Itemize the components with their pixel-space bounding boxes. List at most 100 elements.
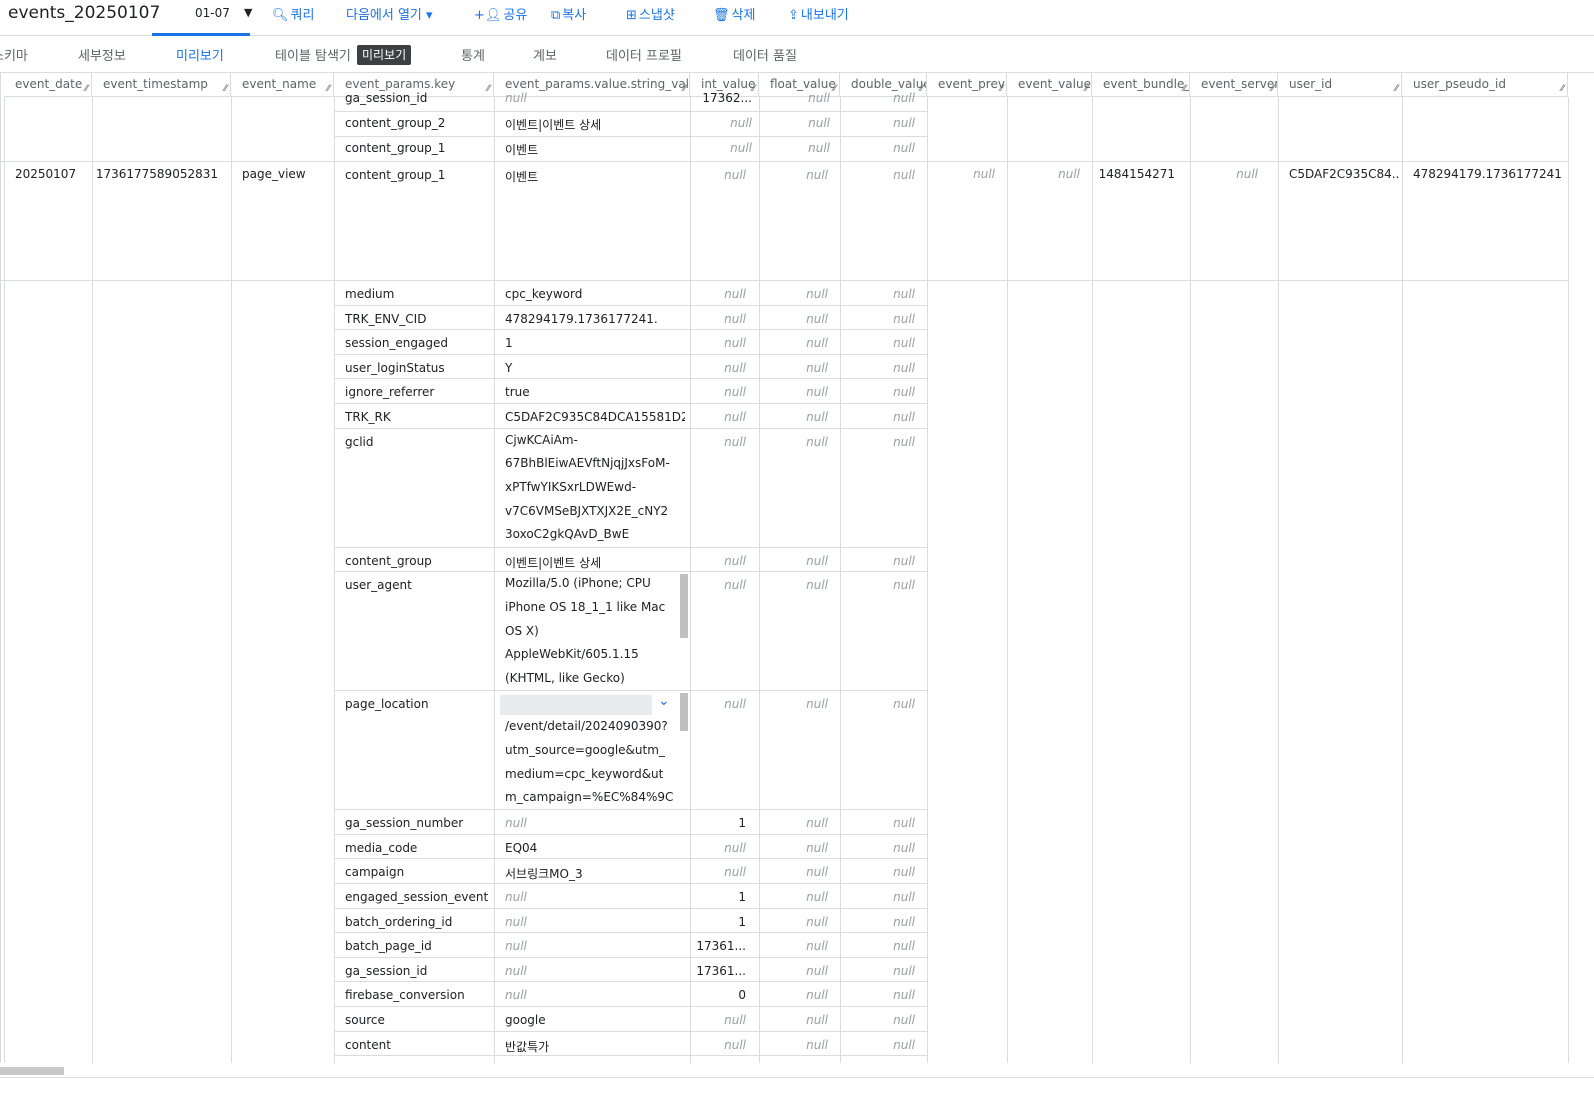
- param-string-value: 이벤트: [505, 143, 539, 157]
- event-value-cell: null: [1058, 167, 1080, 181]
- wrapped-line: utm_source=google&utm_: [505, 742, 665, 757]
- param-float-value: null: [806, 553, 828, 568]
- param-row-divider: [334, 546, 927, 548]
- cell-scrollbar[interactable]: [680, 693, 688, 732]
- param-double-value: null: [893, 91, 915, 105]
- column-divider: [334, 97, 335, 1063]
- param-key: gclid: [345, 434, 374, 449]
- param-double-value: null: [893, 141, 915, 155]
- param-string-value: 반값특가: [505, 1039, 550, 1054]
- param-row-divider: [334, 833, 927, 835]
- open-in-button[interactable]: 다음에서 열기 ▾: [346, 4, 435, 23]
- param-float-value: null: [806, 939, 828, 954]
- column-divider: [92, 97, 93, 1063]
- tab-details[interactable]: 세부정보: [78, 45, 126, 64]
- column-divider: [1568, 97, 1569, 1063]
- resize-handle-icon[interactable]: ⁄⁄: [1395, 84, 1398, 94]
- caret-down-icon[interactable]: ▼: [244, 6, 252, 19]
- resize-handle-icon[interactable]: ⁄⁄: [1085, 84, 1088, 94]
- param-float-value: null: [806, 578, 828, 593]
- param-float-value: null: [806, 963, 828, 978]
- param-key: media_code: [345, 840, 418, 855]
- param-float-value: null: [808, 116, 830, 130]
- chevron-down-icon[interactable]: ⌄: [658, 693, 670, 709]
- user-pseudo-id-cell: 478294179.1736177241: [1413, 167, 1562, 181]
- column-header[interactable]: event_timestamp ⁄⁄: [92, 73, 231, 97]
- param-key: TRK_RK: [345, 410, 391, 424]
- tab-preview[interactable]: 미리보기: [176, 45, 224, 64]
- param-double-value: null: [893, 1037, 915, 1052]
- param-key: TRK_ENV_CID: [345, 311, 427, 326]
- wrapped-line: v7C6VMSeBJXTXJX2E_cNY2: [505, 503, 669, 518]
- param-key: content: [345, 1037, 391, 1052]
- param-float-value: null: [806, 697, 828, 712]
- resize-handle-icon[interactable]: ⁄⁄: [224, 84, 227, 94]
- cell-scrollbar[interactable]: [680, 574, 688, 639]
- delete-button[interactable]: 🗑︎ 삭제: [713, 4, 755, 23]
- column-header[interactable]: event_value_i⁄⁄: [1007, 73, 1092, 97]
- trash-icon: 🗑︎: [713, 8, 730, 23]
- param-string-value: null: [505, 988, 527, 1003]
- tab-lineage[interactable]: 계보: [533, 45, 557, 64]
- tab-stats[interactable]: 통계: [461, 45, 485, 64]
- horizontal-scrollbar[interactable]: [0, 1067, 64, 1075]
- resize-handle-icon[interactable]: ⁄⁄: [1561, 84, 1564, 94]
- param-int-value: null: [724, 360, 746, 375]
- resize-handle-icon[interactable]: ⁄⁄: [1183, 84, 1186, 94]
- param-int-value: 17361...: [696, 939, 746, 954]
- param-key: source: [345, 1013, 385, 1027]
- param-float-value: null: [806, 840, 828, 855]
- param-float-value: null: [806, 410, 828, 424]
- tab-table-explorer[interactable]: 테이블 탐색기: [275, 45, 351, 64]
- param-row-divider: [334, 981, 927, 983]
- param-key: ga_session_id: [345, 91, 428, 105]
- param-string-value: Mozilla/5.0 (iPhone; CPU iPhone OS 18_1_1…: [505, 572, 675, 691]
- copy-button[interactable]: ⧉ 복사: [551, 4, 586, 23]
- snapshot-button[interactable]: ⊞ 스냅샷: [626, 4, 675, 23]
- column-header[interactable]: event_server_t⁄⁄: [1190, 73, 1278, 97]
- column-header-label: event_params.key: [345, 77, 456, 91]
- param-float-value: null: [806, 287, 828, 301]
- param-string-value: 이벤트|이벤트 상세: [505, 118, 602, 132]
- param-double-value: null: [893, 816, 915, 831]
- redacted-host: [500, 695, 652, 716]
- export-button[interactable]: ⇪ 내보내기: [788, 4, 849, 23]
- column-header[interactable]: event_name ⁄⁄: [231, 73, 334, 97]
- column-header[interactable]: event_bundle_se⁄⁄: [1092, 73, 1190, 97]
- tab-data-quality[interactable]: 데이터 품질: [733, 45, 797, 64]
- param-float-value: null: [806, 890, 828, 904]
- tab-schema[interactable]: 스키마: [0, 45, 28, 64]
- date-selector[interactable]: 01-07: [195, 6, 230, 20]
- param-double-value: null: [893, 116, 915, 130]
- param-int-value: null: [730, 116, 752, 130]
- tab-bar: 스키마 세부정보 미리보기 테이블 탐색기 통계 계보 데이터 프로필 데이터 …: [0, 37, 1594, 73]
- resize-handle-icon[interactable]: ⁄⁄: [327, 84, 330, 94]
- resize-handle-icon[interactable]: ⁄⁄: [1000, 84, 1003, 94]
- param-row-divider: [334, 1055, 927, 1057]
- param-float-value: null: [806, 1013, 828, 1027]
- tab-data-profile[interactable]: 데이터 프로필: [606, 45, 682, 64]
- param-string-value: 이벤트: [505, 170, 539, 184]
- param-double-value: null: [893, 434, 915, 449]
- resize-handle-icon[interactable]: ⁄⁄: [920, 84, 923, 94]
- param-string-value: /event/detail/2024090390? utm_source=goog…: [505, 715, 675, 810]
- param-double-value: null: [893, 963, 915, 978]
- resize-handle-icon[interactable]: ⁄⁄: [752, 84, 755, 94]
- param-key: batch_page_id: [345, 939, 432, 954]
- column-header[interactable]: user_id ⁄⁄: [1278, 73, 1402, 97]
- param-key: batch_ordering_id: [345, 914, 453, 929]
- column-header-label: event_params.value.string_value: [505, 77, 690, 91]
- query-button[interactable]: 🔍︎ 쿼리: [272, 4, 314, 23]
- param-int-value: null: [724, 553, 746, 568]
- column-header[interactable]: event_previo⁄⁄: [927, 73, 1007, 97]
- column-header[interactable]: user_pseudo_id ⁄⁄: [1402, 73, 1568, 97]
- share-button[interactable]: +👤︎ 공유: [474, 4, 527, 23]
- param-row-divider: [334, 304, 927, 306]
- resize-handle-icon[interactable]: ⁄⁄: [833, 84, 836, 94]
- resize-handle-icon[interactable]: ⁄⁄: [1271, 84, 1274, 94]
- resize-handle-icon[interactable]: ⁄⁄: [85, 84, 88, 94]
- column-header-label: event_timestamp: [103, 77, 208, 91]
- param-string-value: google: [505, 1013, 546, 1027]
- column-header[interactable]: event_date ⁄⁄: [4, 73, 92, 97]
- column-divider: [927, 97, 928, 1063]
